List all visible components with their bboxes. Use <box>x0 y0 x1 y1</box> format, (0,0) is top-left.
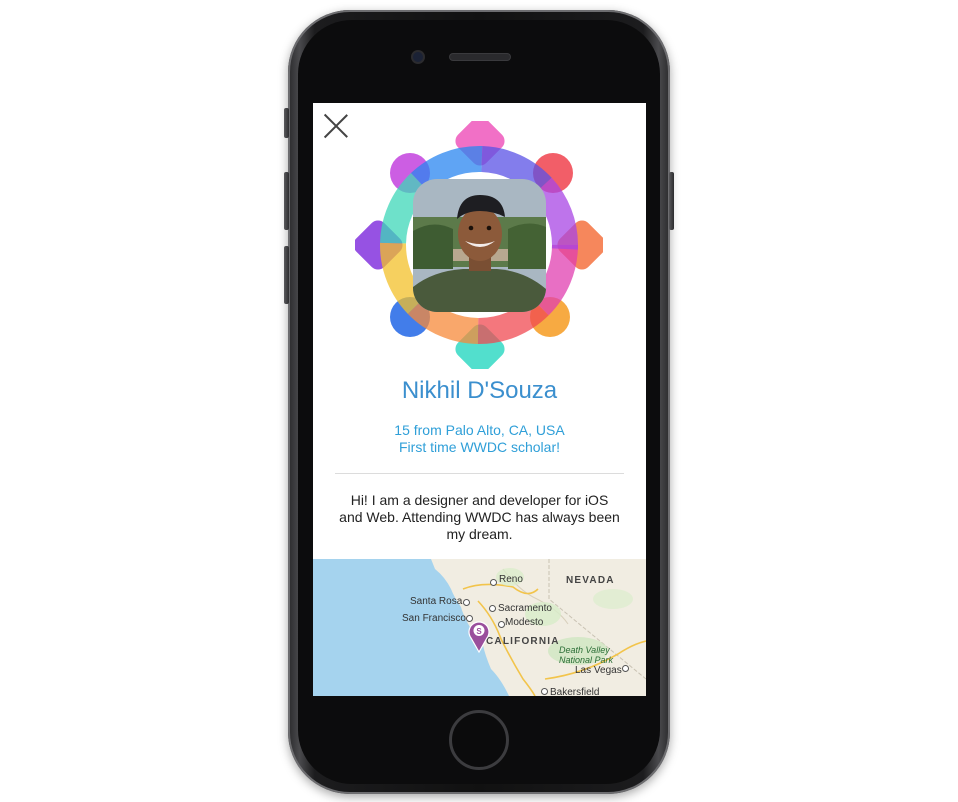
map-label-death-valley: Death Valley National Park <box>559 645 614 665</box>
map-label-san-francisco: San Francisco <box>402 613 466 624</box>
mute-switch <box>284 108 289 138</box>
map-label-sacramento: Sacramento <box>498 603 552 614</box>
volume-down-button <box>284 246 289 304</box>
profile-scholar-status: First time WWDC scholar! <box>399 439 560 455</box>
map-dot-modesto <box>498 621 505 628</box>
home-button[interactable] <box>449 710 509 770</box>
map-dot-santa-rosa <box>463 599 470 606</box>
map-dot-las-vegas <box>622 665 629 672</box>
map-pin-letter: S <box>476 627 482 636</box>
map-pin-icon[interactable]: S <box>467 619 491 653</box>
map-label-reno: Reno <box>499 574 523 585</box>
profile-photo <box>413 179 546 312</box>
map-dot-reno <box>490 579 497 586</box>
profile-age-location: 15 from Palo Alto, CA, USA <box>394 422 565 438</box>
map-dot-sacramento <box>489 605 496 612</box>
close-icon[interactable] <box>323 113 349 139</box>
map-dot-bakersfield <box>541 688 548 695</box>
map-label-california: CALIFORNIA <box>486 636 560 647</box>
map-label-modesto: Modesto <box>505 617 544 628</box>
power-button <box>669 172 674 230</box>
map-label-bakersfield: Bakersfield <box>550 687 600 696</box>
map-label-santa-rosa: Santa Rosa <box>410 596 463 607</box>
map-label-nevada: NEVADA <box>566 575 615 586</box>
profile-details: 15 from Palo Alto, CA, USA First time WW… <box>313 422 646 456</box>
volume-up-button <box>284 172 289 230</box>
map-label-las-vegas: Las Vegas <box>575 665 622 676</box>
profile-bio: Hi! I am a designer and developer for iO… <box>339 492 620 542</box>
earpiece-speaker <box>450 54 510 60</box>
profile-name: Nikhil D'Souza <box>401 377 558 404</box>
app-screen: Nikhil D'Souza 15 from Palo Alto, CA, US… <box>313 103 646 696</box>
divider <box>335 473 624 474</box>
front-camera <box>413 52 423 62</box>
